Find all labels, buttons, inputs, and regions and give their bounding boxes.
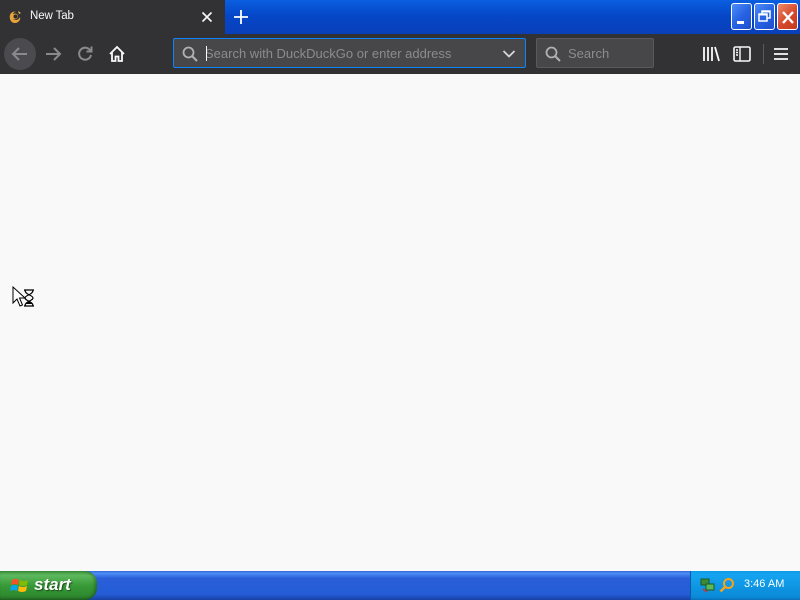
home-icon [109,45,125,62]
browser-titlebar: New Tab [0,0,800,34]
windows-logo-icon [10,579,28,592]
address-input[interactable] [205,44,495,62]
restore-icon [758,10,771,22]
search-input[interactable] [568,44,648,62]
search-icon [182,46,198,62]
arrow-right-icon [46,47,62,61]
desktop-screen: New Tab Search with DuckDuckGo or enter … [0,0,800,600]
start-label: start [34,575,71,594]
close-tab-icon[interactable] [198,8,216,26]
chevron-down-icon[interactable] [501,46,517,62]
tab-title: New Tab [30,10,74,22]
search-icon[interactable] [719,577,735,593]
new-tab-plus-icon[interactable] [230,6,252,28]
home-button[interactable] [101,38,133,70]
navigation-toolbar [0,34,800,74]
minimize-button[interactable] [731,3,752,30]
close-icon [782,11,794,24]
tab-new-tab[interactable]: New Tab [0,0,225,34]
clock: 3:46 AM [744,578,785,590]
search-icon [545,46,561,62]
forward-button[interactable] [37,38,69,70]
reload-icon [78,46,93,61]
taskbar: start 3:46 AM [0,571,800,600]
close-window-button[interactable] [777,3,798,30]
minimize-icon [737,21,744,24]
back-button[interactable] [4,38,36,70]
reload-button[interactable] [69,38,101,70]
sidebar-icon[interactable] [730,42,754,66]
network-icon[interactable] [700,577,716,593]
hamburger-icon[interactable] [769,42,793,66]
restore-button[interactable] [754,3,775,30]
text-caret [206,46,207,61]
search-bar[interactable] [536,38,654,68]
page-content[interactable] [0,74,800,571]
busy-cursor-icon [12,286,34,307]
toolbar-divider [763,44,764,64]
library-icon[interactable] [699,42,723,66]
start-button[interactable]: start [0,571,97,600]
address-bar[interactable] [173,38,526,68]
system-tray: 3:46 AM [690,571,800,600]
firefox-favicon-icon [9,11,21,23]
arrow-left-icon [11,47,27,61]
